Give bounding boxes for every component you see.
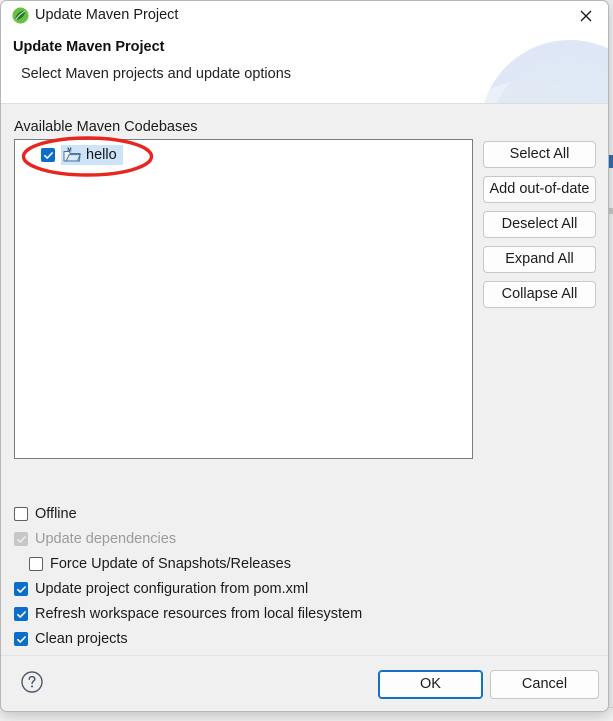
option-label: Update project configuration from pom.xm… — [35, 581, 309, 597]
maven-codebases-list[interactable]: M hello — [14, 139, 473, 459]
dialog-header: Update Maven Project Select Maven projec… — [1, 30, 608, 104]
maven-project-folder-icon: M — [63, 147, 81, 163]
checkbox-checked-icon[interactable] — [14, 582, 28, 596]
dialog-body: Available Maven Codebases M hello Select… — [1, 105, 608, 658]
list-item-label: hello — [86, 147, 117, 163]
checkbox-checked-icon[interactable] — [14, 607, 28, 621]
option-label: Offline — [35, 506, 77, 522]
add-out-of-date-button[interactable]: Add out-of-date — [483, 176, 596, 203]
list-action-buttons: Select All Add out-of-date Deselect All … — [483, 141, 596, 316]
dialog-title: Update Maven Project — [35, 7, 179, 23]
option-clean-projects[interactable]: Clean projects — [14, 629, 128, 649]
option-force-update-snapshots[interactable]: Force Update of Snapshots/Releases — [29, 554, 291, 574]
cancel-button[interactable]: Cancel — [490, 670, 599, 699]
collapse-all-button[interactable]: Collapse All — [483, 281, 596, 308]
checkbox-checked-disabled-icon — [14, 532, 28, 546]
expand-all-button[interactable]: Expand All — [483, 246, 596, 273]
option-label: Update dependencies — [35, 531, 177, 547]
checkbox-unchecked-icon[interactable] — [14, 507, 28, 521]
list-item-content[interactable]: M hello — [61, 145, 123, 165]
update-maven-project-dialog: Update Maven Project Update Maven Projec… — [0, 0, 609, 712]
header-title: Update Maven Project — [13, 39, 165, 55]
option-update-project-configuration[interactable]: Update project configuration from pom.xm… — [14, 579, 308, 599]
option-offline[interactable]: Offline — [14, 504, 77, 524]
select-all-button[interactable]: Select All — [483, 141, 596, 168]
available-codebases-label: Available Maven Codebases — [14, 119, 198, 135]
option-label: Refresh workspace resources from local f… — [35, 606, 363, 622]
dialog-titlebar: Update Maven Project — [1, 1, 608, 30]
ok-button[interactable]: OK — [378, 670, 483, 699]
checkbox-checked-icon[interactable] — [14, 632, 28, 646]
checkbox-unchecked-icon[interactable] — [29, 557, 43, 571]
deselect-all-button[interactable]: Deselect All — [483, 211, 596, 238]
option-label: Clean projects — [35, 631, 128, 647]
header-subtitle: Select Maven projects and update options — [21, 66, 292, 82]
close-icon[interactable] — [563, 1, 608, 30]
option-update-dependencies: Update dependencies — [14, 529, 176, 549]
list-item[interactable]: M hello — [15, 144, 472, 166]
option-refresh-workspace-resources[interactable]: Refresh workspace resources from local f… — [14, 604, 362, 624]
svg-text:M: M — [67, 147, 71, 153]
option-label: Force Update of Snapshots/Releases — [50, 556, 291, 572]
help-circle-icon[interactable] — [20, 670, 44, 694]
dialog-footer: OK Cancel — [1, 655, 608, 711]
maven-leaf-icon — [12, 7, 29, 24]
project-checkbox[interactable] — [41, 148, 55, 162]
